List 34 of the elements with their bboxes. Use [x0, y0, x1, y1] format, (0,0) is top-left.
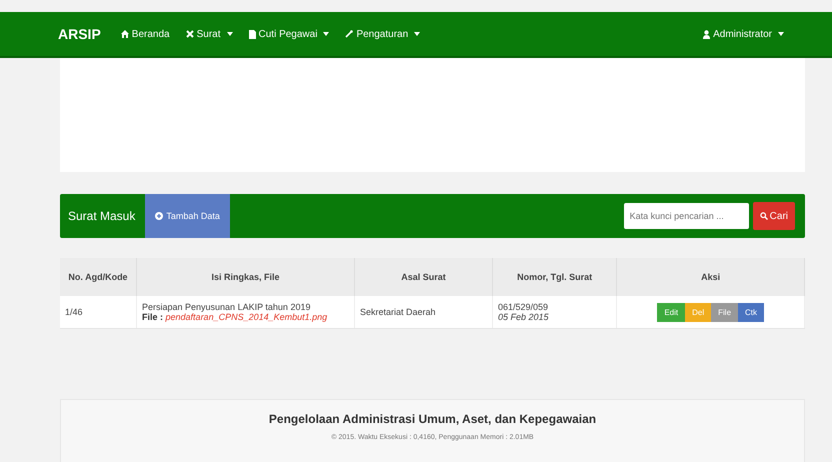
column-header: No. Agd/Kode: [60, 258, 136, 296]
file-link[interactable]: pendaftaran_CPNS_2014_Kembut1.png: [166, 312, 328, 322]
document-icon: [248, 30, 256, 38]
search-icon: [760, 212, 768, 220]
brand-link[interactable]: ARSIP: [58, 26, 101, 42]
column-header: Aksi: [616, 258, 804, 296]
action-button[interactable]: Ctk: [738, 302, 764, 322]
column-header: Isi Ringkas, File: [136, 258, 354, 296]
user-menu[interactable]: Administrator: [703, 28, 784, 40]
search-field[interactable]: Kata kunci pencarian ...: [624, 203, 749, 229]
column-header: Asal Surat: [354, 258, 492, 296]
table-cell: 1/46: [60, 296, 136, 328]
action-button[interactable]: File: [711, 302, 738, 322]
letter-number: 061/529/059: [498, 302, 550, 312]
plus-circle-icon: [155, 212, 164, 220]
search-button[interactable]: Cari: [752, 202, 795, 230]
user-icon: [703, 30, 710, 38]
wrench-icon: [345, 30, 354, 38]
add-button[interactable]: Tambah Data: [145, 194, 230, 238]
letter-date: 05 Feb 2015: [498, 312, 550, 322]
panel-title: Surat Masuk: [67, 209, 136, 223]
action-button[interactable]: Edit: [657, 302, 686, 322]
nav-link[interactable]: Beranda: [120, 28, 170, 40]
column-header: Nomor, Tgl. Surat: [492, 258, 617, 296]
summary-text: Persiapan Penyusunan LAKIP tahun 2019: [142, 302, 312, 312]
home-icon: [120, 30, 129, 38]
nav-link[interactable]: Pengaturan: [345, 28, 420, 40]
footer-title: Pengelolaan Administrasi Umum, Aset, dan Kepegawaian: [268, 412, 598, 426]
cross-icon: [186, 30, 194, 38]
nav-link[interactable]: Cuti Pegawai: [248, 28, 330, 40]
table-cell: Sekretariat Daerah: [354, 296, 492, 328]
file-label: File :: [142, 312, 164, 322]
nav-link[interactable]: Surat: [186, 28, 233, 40]
caret-icon: [778, 32, 784, 36]
